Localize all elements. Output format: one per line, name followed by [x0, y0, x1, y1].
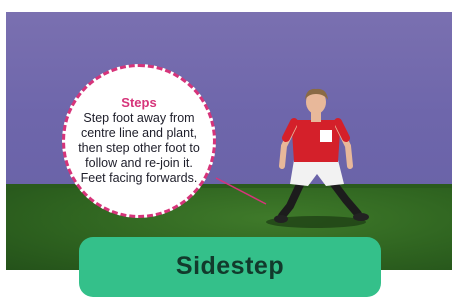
steps-callout: Steps Step foot away from centre line an…: [62, 64, 216, 218]
callout-body: Step foot away from centre line and plan…: [78, 111, 200, 185]
exercise-title: Sidestep: [175, 252, 285, 280]
callout-title: Steps: [121, 95, 157, 110]
player-character: [266, 88, 369, 228]
callout-pointer: [215, 177, 267, 205]
exercise-title-banner: Sidestep: [79, 237, 381, 297]
